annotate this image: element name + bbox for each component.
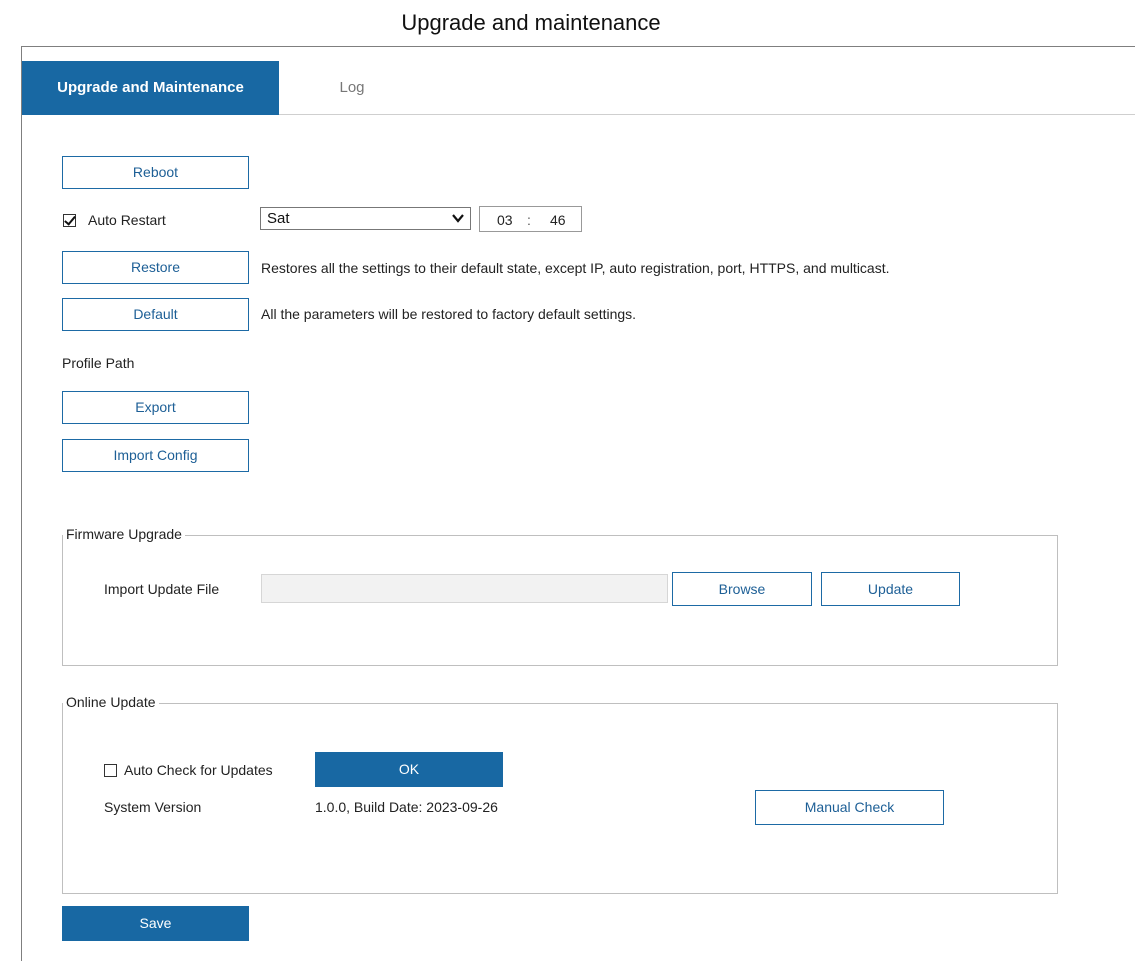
- default-button[interactable]: Default: [62, 298, 249, 331]
- save-button[interactable]: Save: [62, 906, 249, 941]
- profile-path-label: Profile Path: [62, 355, 135, 371]
- auto-check-updates-label: Auto Check for Updates: [124, 762, 273, 778]
- restore-description: Restores all the settings to their defau…: [261, 260, 890, 276]
- system-version-label: System Version: [104, 799, 202, 815]
- import-update-file-label: Import Update File: [104, 581, 220, 597]
- restore-button[interactable]: Restore: [62, 251, 249, 284]
- default-description: All the parameters will be restored to f…: [261, 306, 637, 322]
- update-file-path-input[interactable]: [261, 574, 668, 603]
- restart-hour[interactable]: 03: [497, 212, 513, 228]
- update-button[interactable]: Update: [821, 572, 960, 606]
- auto-restart-label: Auto Restart: [88, 212, 166, 228]
- ok-button[interactable]: OK: [315, 752, 503, 787]
- auto-restart-checkbox[interactable]: [63, 214, 76, 227]
- system-version-value: 1.0.0, Build Date: 2023-09-26: [315, 799, 498, 815]
- tab-upgrade-and-maintenance[interactable]: Upgrade and Maintenance: [22, 61, 279, 115]
- auto-check-updates-checkbox[interactable]: [104, 764, 117, 777]
- export-button[interactable]: Export: [62, 391, 249, 424]
- import-config-button[interactable]: Import Config: [62, 439, 249, 472]
- chevron-down-icon: [452, 214, 464, 223]
- browse-button[interactable]: Browse: [672, 572, 812, 606]
- page-caption: Upgrade and maintenance: [401, 10, 661, 35]
- online-update-legend: Online Update: [63, 694, 159, 710]
- firmware-upgrade-legend: Firmware Upgrade: [63, 526, 185, 542]
- restart-minute[interactable]: 46: [550, 212, 566, 228]
- restart-day-value: Sat: [267, 210, 290, 227]
- tab-bar: Upgrade and Maintenance Log: [22, 61, 1135, 115]
- tab-log[interactable]: Log: [322, 61, 382, 115]
- restart-time-input[interactable]: 03 : 46: [479, 206, 582, 232]
- restart-day-select[interactable]: Sat: [260, 207, 471, 230]
- manual-check-button[interactable]: Manual Check: [755, 790, 944, 825]
- reboot-button[interactable]: Reboot: [62, 156, 249, 189]
- time-separator: :: [527, 212, 531, 228]
